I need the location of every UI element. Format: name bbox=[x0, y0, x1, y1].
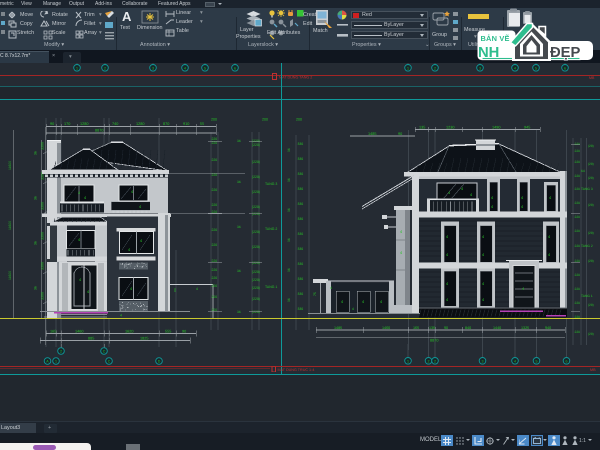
svg-text:BẢN VẼ: BẢN VẼ bbox=[481, 34, 510, 43]
svg-text:NH: NH bbox=[478, 45, 499, 61]
svg-text:ĐẸP: ĐẸP bbox=[550, 45, 581, 61]
